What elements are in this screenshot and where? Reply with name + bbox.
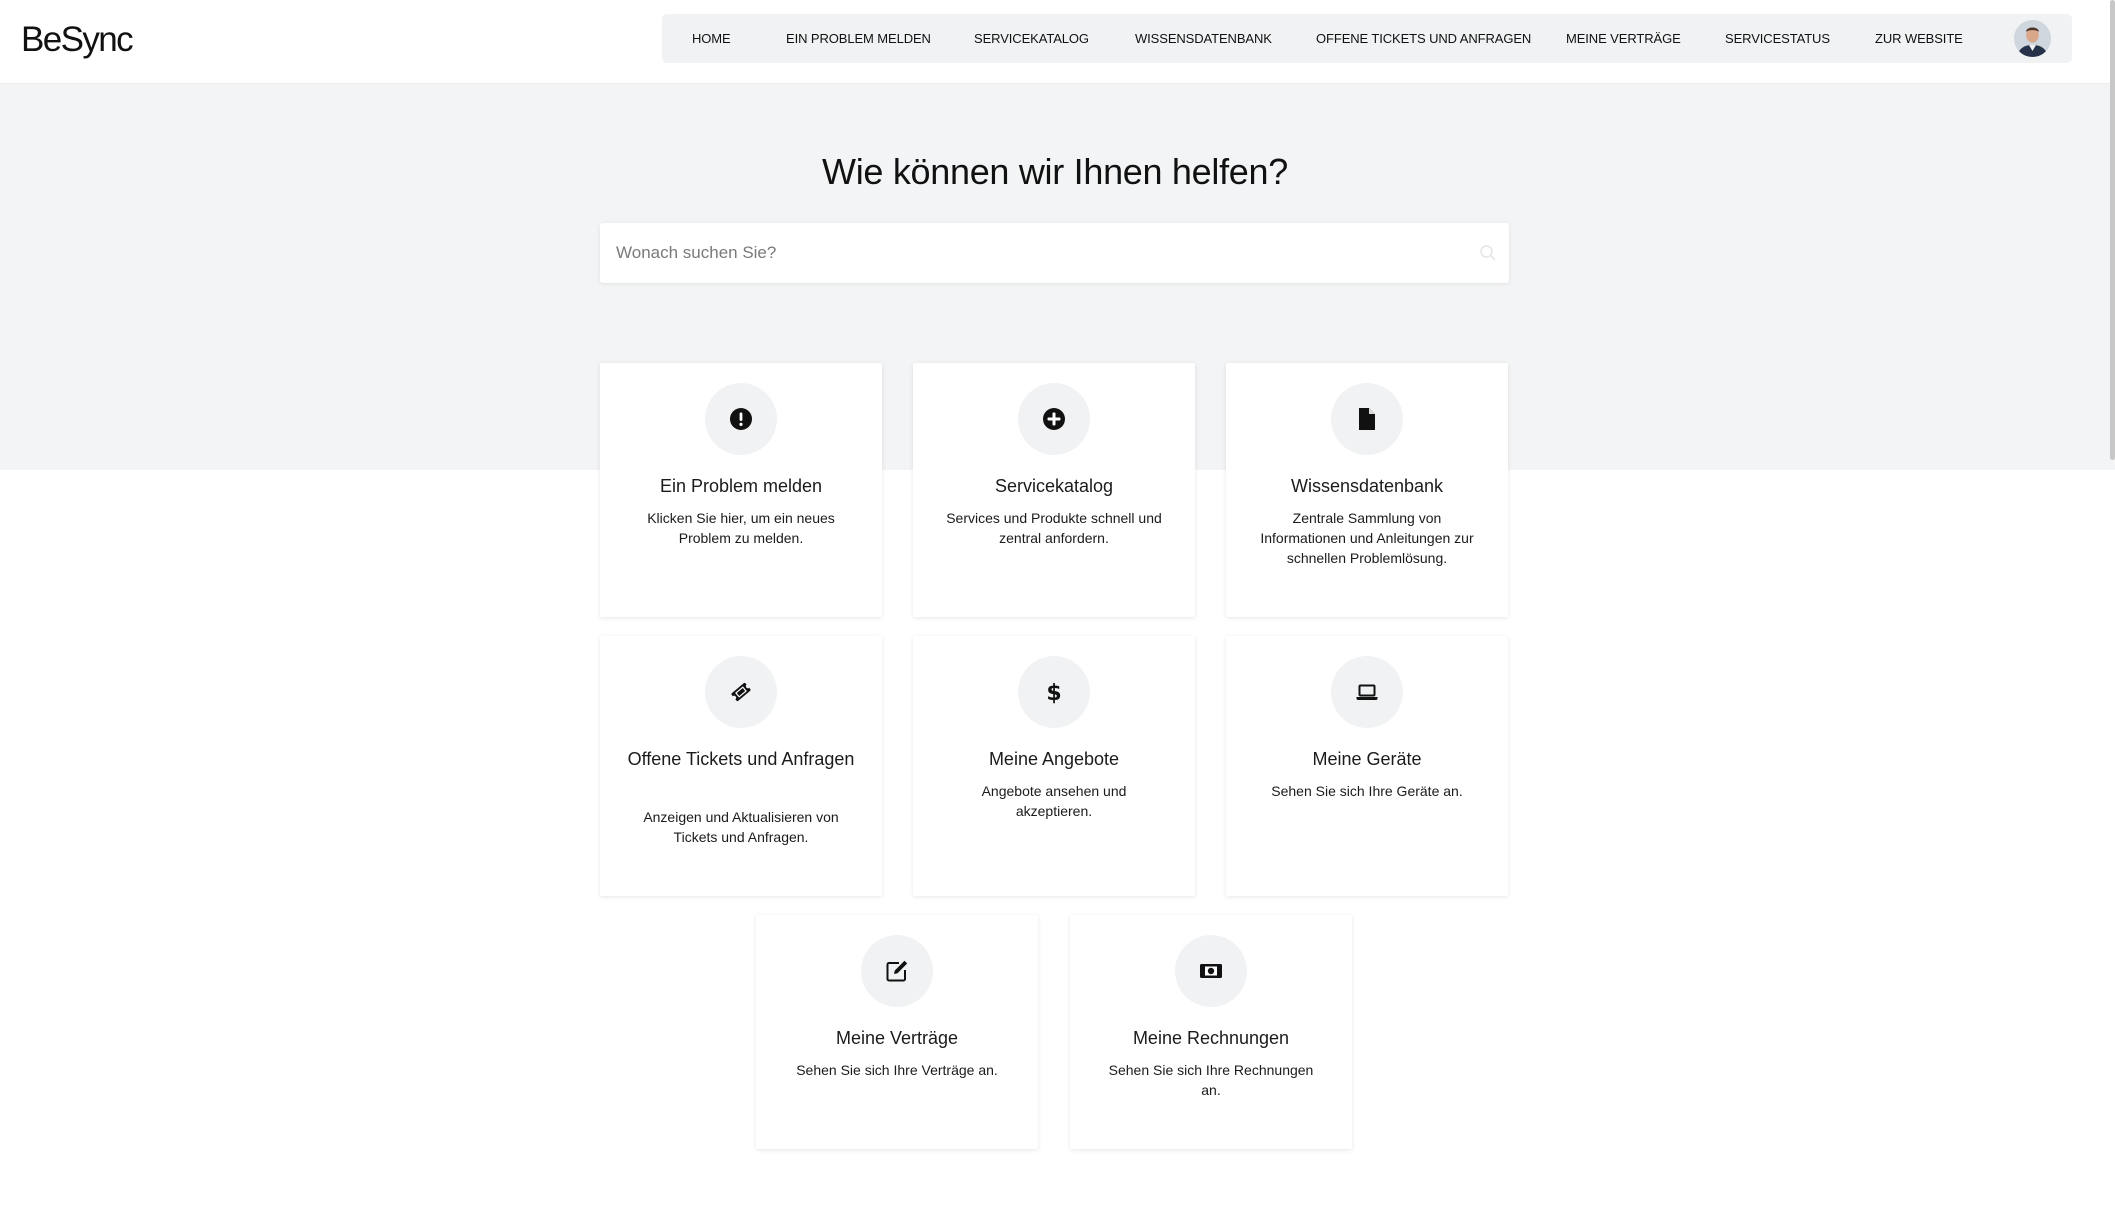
card-icon-circle: [1331, 656, 1403, 728]
nav-item-offene-tickets[interactable]: OFFENE TICKETS UND ANFRAGEN: [1316, 14, 1531, 63]
svg-text:$: $: [1046, 681, 1061, 704]
nav-item-servicekatalog[interactable]: SERVICEKATALOG: [974, 14, 1089, 63]
user-avatar[interactable]: [2014, 20, 2051, 57]
card-icon-circle: [705, 656, 777, 728]
dollar-icon: $: [1046, 681, 1061, 704]
page-title: Wie können wir Ihnen helfen?: [822, 151, 1288, 192]
card-description: Angebote ansehen und akzeptieren.: [981, 783, 1127, 819]
search-box: [600, 223, 1509, 283]
top-header: BeSync HOME EIN PROBLEM MELDEN SERVICEKA…: [0, 0, 2115, 84]
card-icon-circle: [1018, 383, 1090, 455]
search-icon[interactable]: [1479, 244, 1497, 262]
nav-item-home[interactable]: HOME: [692, 14, 731, 63]
nav-item-servicestatus[interactable]: SERVICESTATUS: [1725, 14, 1830, 63]
ticket-icon: [731, 682, 751, 702]
exclamation-circle-icon: [730, 408, 752, 430]
card-title: Meine Rechnungen: [1132, 1028, 1290, 1048]
card-icon-circle: [861, 935, 933, 1007]
page-scrollbar[interactable]: [2110, 0, 2115, 460]
card-icon-circle: [1175, 935, 1247, 1007]
nav-item-zur-website[interactable]: ZUR WEBSITE: [1875, 14, 1963, 63]
card-title: Servicekatalog: [994, 476, 1114, 496]
card-description: Anzeigen und Aktualisieren von Tickets u…: [643, 809, 839, 845]
card-meine-rechnungen[interactable]: Meine Rechnungen Sehen Sie sich Ihre Rec…: [1070, 915, 1352, 1149]
card-meine-geraete[interactable]: Meine Geräte Sehen Sie sich Ihre Geräte …: [1226, 636, 1508, 896]
card-meine-vertraege[interactable]: Meine Verträge Sehen Sie sich Ihre Vertr…: [756, 915, 1038, 1149]
edit-icon: [886, 960, 908, 982]
card-servicekatalog[interactable]: Servicekatalog Services und Produkte sch…: [913, 363, 1195, 617]
nav-item-meine-vertraege[interactable]: MEINE VERTRÄGE: [1566, 14, 1681, 63]
card-description: Services und Produkte schnell und zentra…: [946, 510, 1162, 546]
card-meine-angebote[interactable]: $ Meine Angebote Angebote ansehen und ak…: [913, 636, 1195, 896]
nav-item-ein-problem-melden[interactable]: EIN PROBLEM MELDEN: [786, 14, 931, 63]
laptop-icon: [1356, 684, 1378, 700]
card-title: Meine Verträge: [835, 1028, 959, 1048]
card-title: Offene Tickets und Anfragen: [627, 749, 855, 769]
plus-circle-icon: [1043, 408, 1065, 430]
card-description: Sehen Sie sich Ihre Geräte an.: [1271, 783, 1463, 799]
card-ein-problem-melden[interactable]: Ein Problem melden Klicken Sie hier, um …: [600, 363, 882, 617]
card-offene-tickets[interactable]: Offene Tickets und Anfragen Anzeigen und…: [600, 636, 882, 896]
card-title: Meine Angebote: [988, 749, 1120, 769]
card-title: Wissensdatenbank: [1290, 476, 1444, 496]
besync-logo[interactable]: BeSync: [21, 18, 134, 62]
card-icon-circle: [705, 383, 777, 455]
card-description: Sehen Sie sich Ihre Verträge an.: [796, 1062, 998, 1078]
user-portrait-icon: [2014, 20, 2051, 57]
nav-item-wissensdatenbank[interactable]: WISSENSDATENBANK: [1135, 14, 1272, 63]
card-description: Klicken Sie hier, um ein neues Problem z…: [647, 510, 835, 546]
money-bill-icon: [1200, 964, 1222, 978]
card-wissensdatenbank[interactable]: Wissensdatenbank Zentrale Sammlung von I…: [1226, 363, 1508, 617]
search-input[interactable]: [600, 223, 1472, 283]
document-icon: [1359, 408, 1375, 430]
card-title: Ein Problem melden: [659, 476, 823, 496]
main-navigation: HOME EIN PROBLEM MELDEN SERVICEKATALOG W…: [662, 14, 2072, 63]
card-title: Meine Geräte: [1312, 749, 1422, 769]
card-icon-circle: [1331, 383, 1403, 455]
card-description: Zentrale Sammlung von Informationen und …: [1260, 510, 1474, 566]
card-icon-circle: $: [1018, 656, 1090, 728]
card-description: Sehen Sie sich Ihre Rechnungen an.: [1108, 1062, 1314, 1098]
